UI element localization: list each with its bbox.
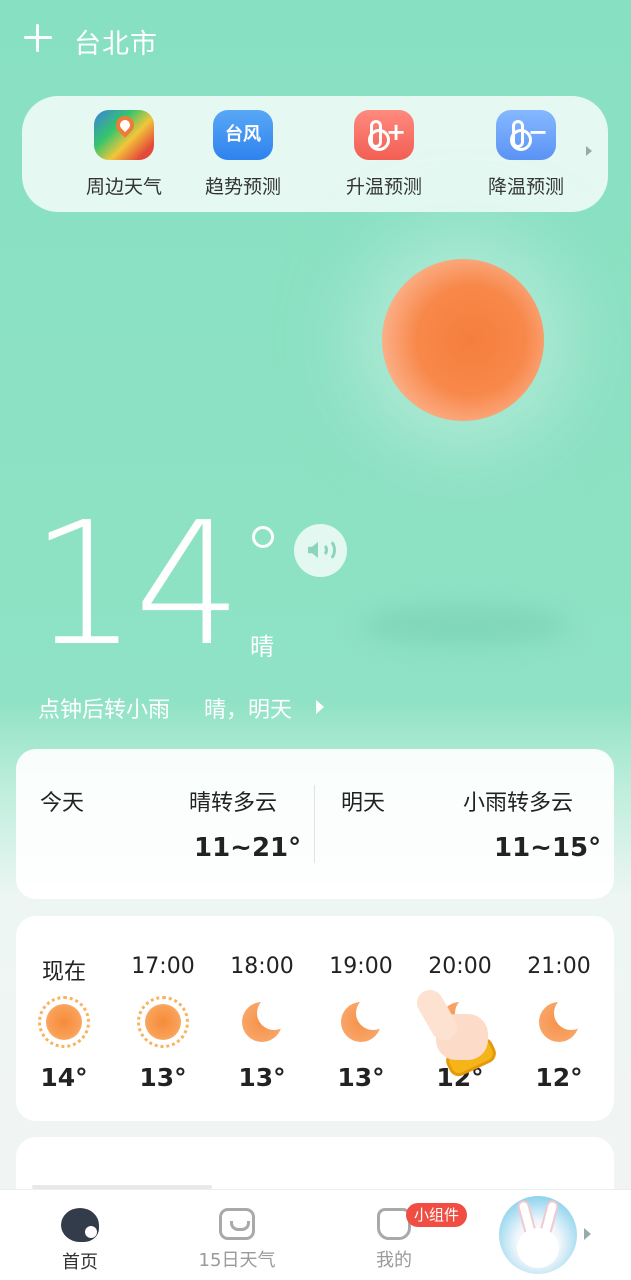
- tool-label: 升温预测: [345, 176, 422, 198]
- tool-warming-forecast[interactable]: + 升温预测: [319, 110, 449, 199]
- hour-temp: 14°: [40, 1063, 88, 1092]
- plus-icon[interactable]: [22, 22, 54, 54]
- sun-illustration: [382, 259, 544, 421]
- tool-label: 降温预测: [487, 176, 564, 198]
- tool-nearby-weather[interactable]: 周边天气: [59, 110, 189, 199]
- calendar-face-icon: [219, 1208, 255, 1240]
- thermometer-up-icon: +: [354, 110, 414, 160]
- chevron-right-icon[interactable]: [586, 146, 592, 156]
- ticker-text: 晴，明天: [204, 698, 293, 723]
- hour-time: 20:00: [428, 954, 492, 979]
- typhoon-icon: 台风: [213, 110, 273, 160]
- current-temperature: 14: [30, 486, 242, 684]
- header: 台北市: [0, 0, 631, 80]
- speaker-icon[interactable]: [294, 524, 347, 577]
- tool-label: 周边天气: [85, 176, 162, 198]
- cloud-shadow: [360, 605, 570, 645]
- tomorrow-desc: 小雨转多云: [463, 791, 574, 816]
- tab-label: 首页: [62, 1252, 98, 1273]
- tab-15-day[interactable]: 15日天气: [177, 1208, 297, 1272]
- tool-trend-forecast[interactable]: 台风 趋势预测: [178, 110, 308, 199]
- hour-time: 21:00: [527, 954, 591, 979]
- divider: [314, 785, 315, 863]
- tools-bar: 周边天气 台风 趋势预测 + 升温预测 − 降温预测: [22, 96, 608, 212]
- hour-time: 19:00: [329, 954, 393, 979]
- hour-time: 17:00: [131, 954, 195, 979]
- tab-label: 我的: [376, 1250, 412, 1271]
- tab-label: 15日天气: [198, 1250, 276, 1271]
- chevron-right-icon[interactable]: [316, 700, 324, 714]
- thermometer-down-icon: −: [496, 110, 556, 160]
- hour-temp: 13°: [238, 1063, 286, 1092]
- pointing-hand-icon: [412, 985, 504, 1080]
- widget-badge[interactable]: 小组件: [406, 1203, 468, 1227]
- today-range: 11~21°: [194, 833, 302, 863]
- hour-temp: 13°: [139, 1063, 187, 1092]
- city-title[interactable]: 台北市: [74, 22, 158, 61]
- hour-time: 现在: [41, 960, 86, 985]
- tomorrow-range: 11~15°: [494, 833, 602, 863]
- current-condition: 晴: [250, 633, 274, 661]
- tool-label: 趋势预测: [204, 176, 281, 198]
- home-icon: [61, 1208, 99, 1242]
- hour-temp: 13°: [337, 1063, 385, 1092]
- map-pin-icon: [94, 110, 154, 160]
- chevron-right-icon[interactable]: [584, 1228, 591, 1240]
- forecast-ticker[interactable]: 点钟后转小雨 晴，明天: [38, 692, 338, 724]
- hour-temp: 12°: [535, 1063, 583, 1092]
- moon-icon: [539, 996, 588, 1042]
- two-day-card[interactable]: 今天 晴转多云 11~21° 明天 小雨转多云 11~15°: [16, 749, 614, 899]
- moon-icon: [242, 996, 291, 1042]
- avatar[interactable]: [499, 1196, 577, 1274]
- tomorrow-label: 明天: [341, 791, 386, 816]
- today-label: 今天: [40, 791, 85, 816]
- ticker-text: 点钟后转小雨: [38, 698, 171, 723]
- hour-time: 18:00: [230, 954, 294, 979]
- moon-icon: [341, 996, 390, 1042]
- tool-cooling-forecast[interactable]: − 降温预测: [461, 110, 591, 199]
- degree-icon: [252, 526, 274, 548]
- tab-home[interactable]: 首页: [20, 1208, 140, 1274]
- today-desc: 晴转多云: [189, 791, 278, 816]
- hourly-forecast-card[interactable]: 现在 14° 17:00 13° 18:00 13° 19:00 13° 20:…: [16, 916, 614, 1121]
